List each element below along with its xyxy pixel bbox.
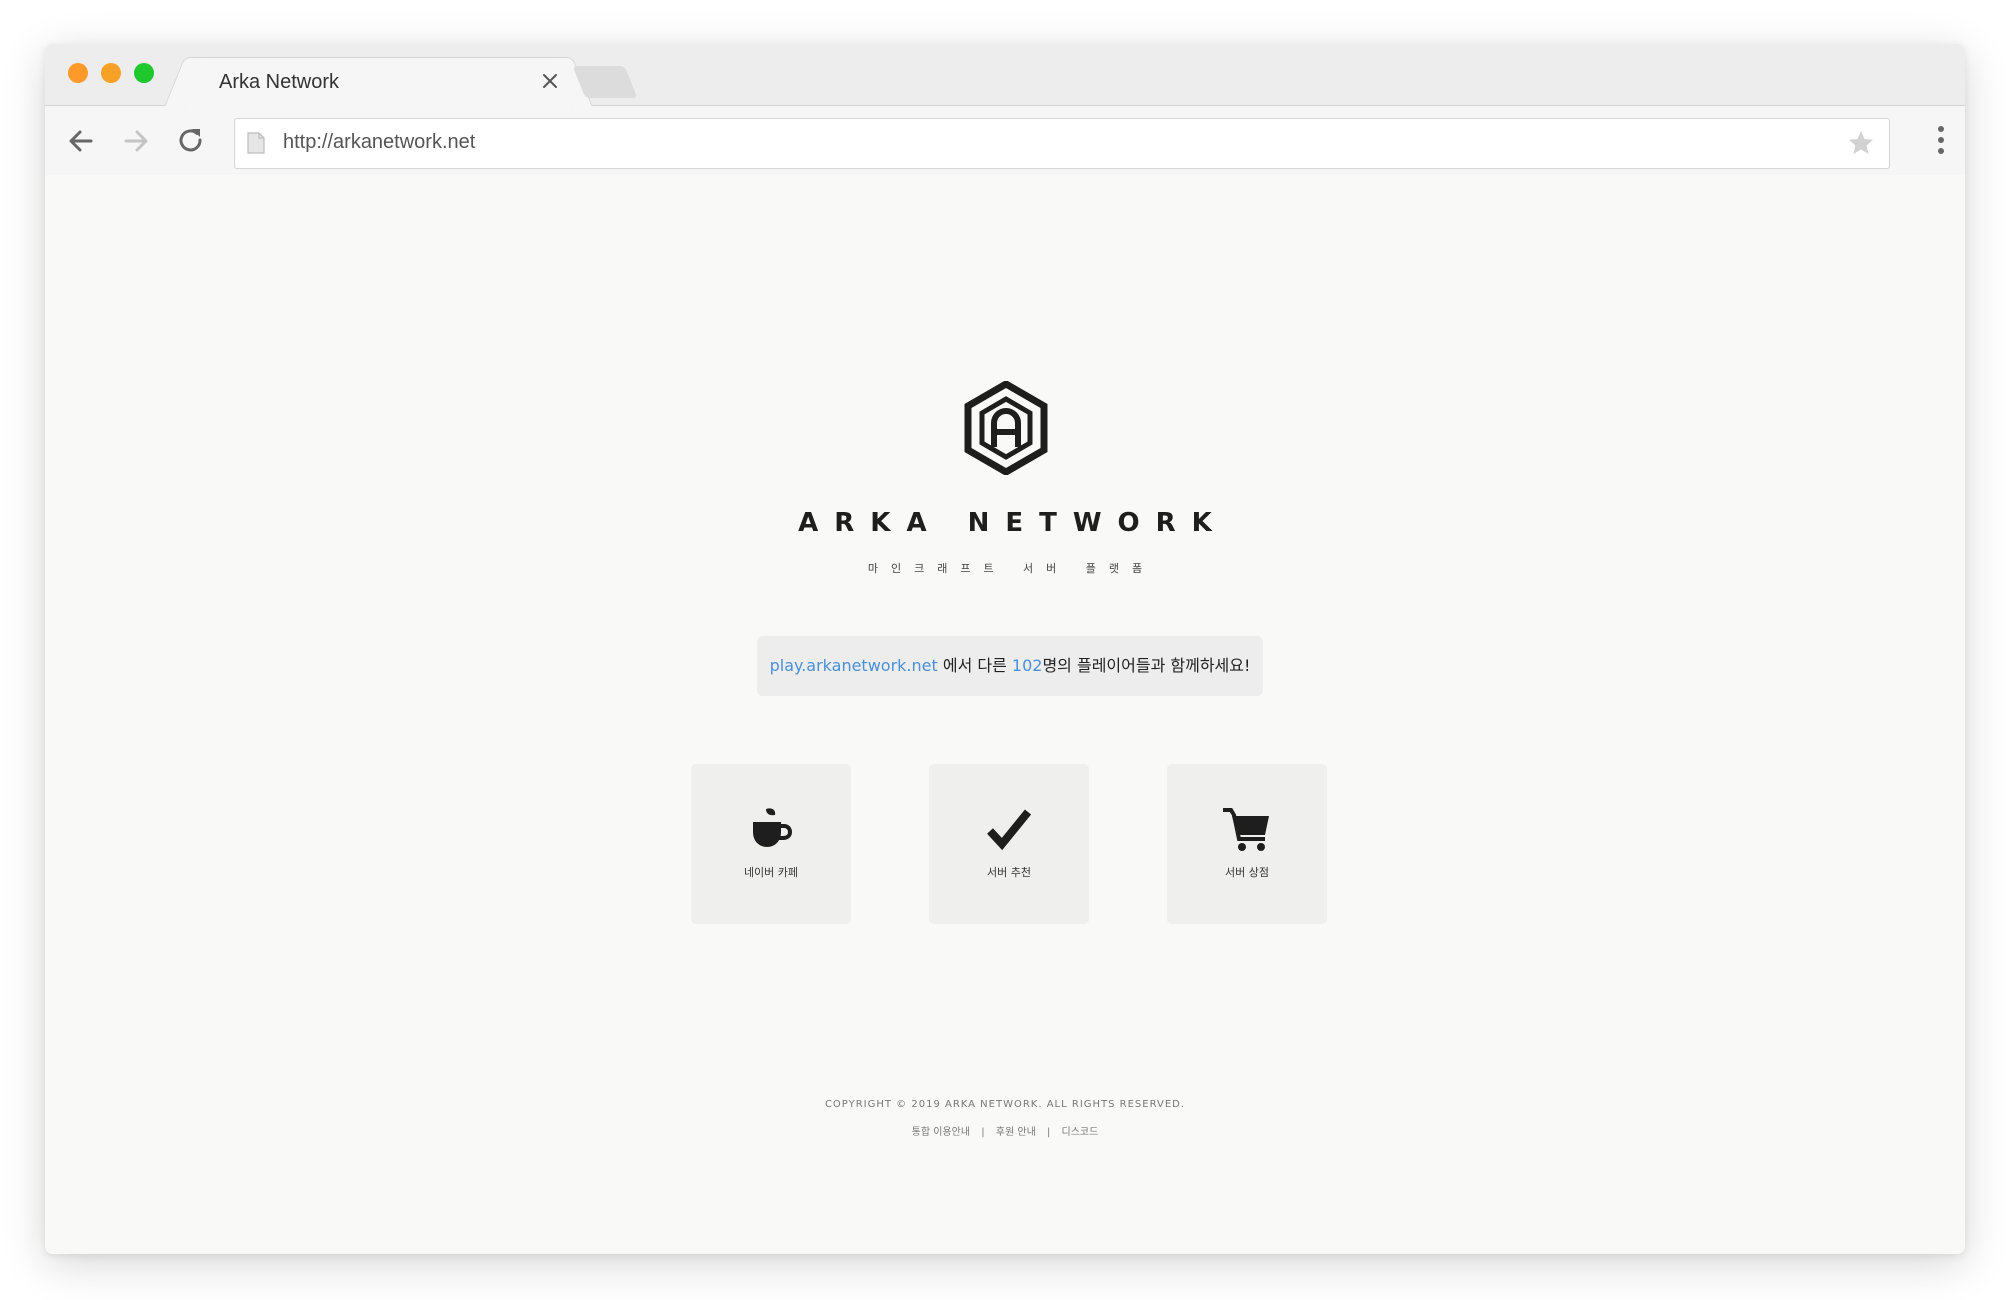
footer-separator: | [1046, 1127, 1051, 1138]
footer-link-donation[interactable]: 후원 안내 [996, 1127, 1036, 1138]
shopping-cart-icon [1222, 806, 1271, 854]
player-count: 102 [1011, 656, 1043, 675]
window-maximize-button[interactable] [134, 63, 154, 83]
coffee-cup-icon [747, 806, 795, 854]
tab-strip: Arka Network [45, 44, 1965, 107]
browser-menu-icon[interactable] [1935, 124, 1947, 156]
browser-window: Arka Network http://arkanetwork.net ARKA… [45, 44, 1965, 1254]
brand-tagline: 마인크래프트 서버 플랫폼 [867, 562, 1156, 575]
page-document-icon [247, 132, 265, 154]
back-arrow-icon[interactable] [63, 123, 99, 159]
tab-close-icon[interactable] [537, 68, 563, 94]
tab-title: Arka Network [219, 71, 340, 93]
footer-link-guide[interactable]: 통합 이용안내 [912, 1127, 970, 1138]
window-close-button[interactable] [68, 63, 88, 83]
naver-cafe-card[interactable]: 네이버 카페 [691, 764, 851, 924]
checkmark-icon [985, 806, 1033, 854]
page-content: ARKA NETWORK 마인크래프트 서버 플랫폼 play.arkanetw… [45, 175, 1965, 1254]
notice-middle-text: 에서 다른 [937, 656, 1012, 675]
arka-hexagon-logo [964, 379, 1048, 477]
footer-links: 통합 이용안내 | 후원 안내 | 디스코드 [45, 1123, 1965, 1138]
url-text: http://arkanetwork.net [283, 131, 476, 153]
server-vote-label: 서버 추천 [987, 866, 1031, 879]
server-shop-card[interactable]: 서버 상점 [1167, 764, 1327, 924]
window-minimize-button[interactable] [101, 63, 121, 83]
notice-end-text: 명의 플레이어들과 함께하세요! [1042, 656, 1251, 675]
server-address[interactable]: play.arkanetwork.net [770, 656, 938, 675]
footer-separator: | [981, 1127, 985, 1138]
server-vote-card[interactable]: 서버 추천 [929, 764, 1089, 924]
forward-arrow-icon[interactable] [118, 123, 154, 159]
player-notice-banner: play.arkanetwork.net 에서 다른 102명의 플레이어들과 … [757, 636, 1263, 696]
naver-cafe-label: 네이버 카페 [743, 866, 799, 879]
bookmark-star-icon[interactable] [1847, 129, 1875, 157]
reload-icon[interactable] [173, 123, 209, 159]
footer-link-discord[interactable]: 디스코드 [1062, 1127, 1099, 1138]
copyright-text: COPYRIGHT © 2019 ARKA NETWORK. ALL RIGHT… [824, 1099, 1186, 1110]
address-bar[interactable]: http://arkanetwork.net [234, 118, 1890, 169]
tab-active[interactable]: Arka Network [185, 57, 572, 107]
brand-title: ARKA NETWORK [798, 508, 1228, 538]
browser-toolbar: http://arkanetwork.net [45, 106, 1965, 176]
server-shop-label: 서버 상점 [1225, 866, 1269, 879]
